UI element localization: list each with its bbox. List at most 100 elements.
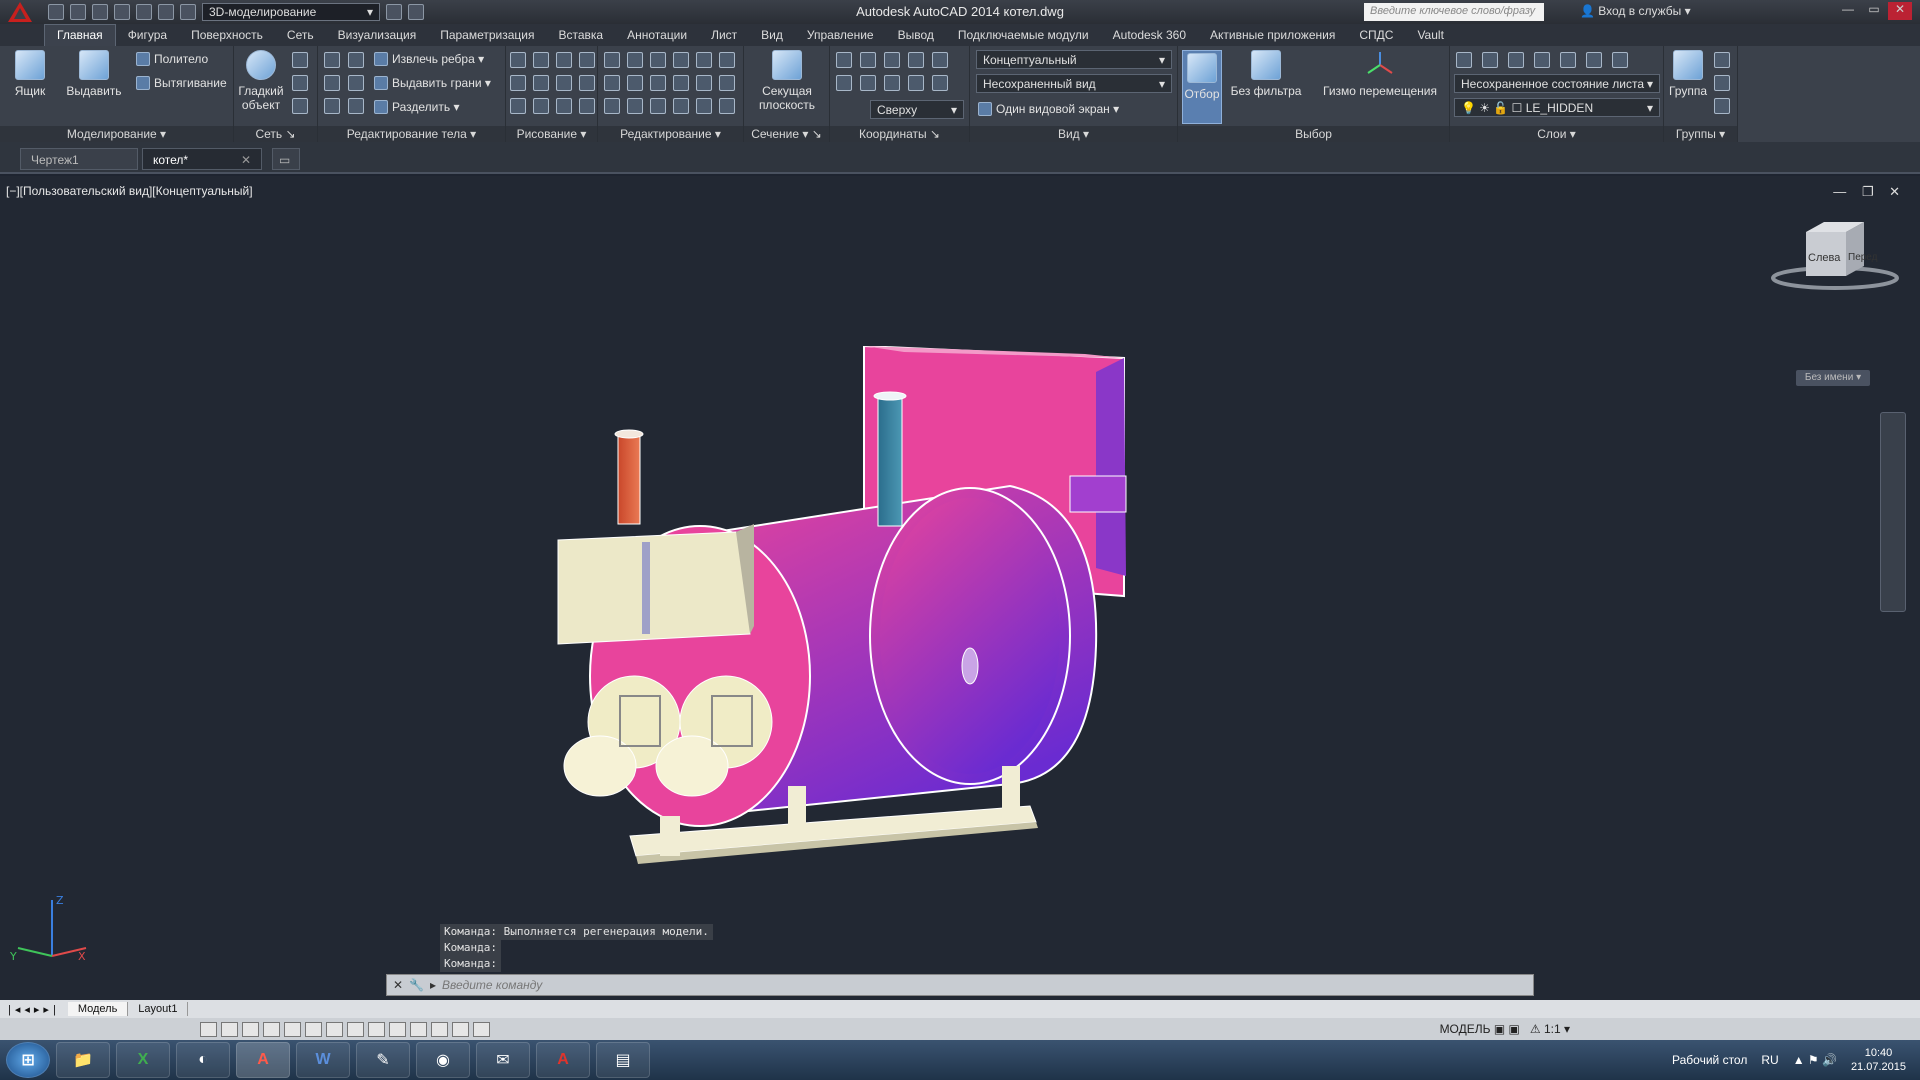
explorer-icon[interactable]: 📁 [56, 1042, 110, 1078]
point-icon[interactable] [579, 98, 595, 114]
culling-button[interactable]: Отбор [1182, 50, 1222, 124]
wrench-icon[interactable]: 🔧 [409, 978, 424, 992]
copy-icon[interactable] [650, 52, 666, 68]
rotate-icon[interactable] [627, 52, 643, 68]
panel-title-modeling[interactable]: Моделирование ▾ [0, 126, 233, 142]
explode-icon[interactable] [719, 75, 735, 91]
ribbon-tab[interactable]: Подключаемые модули [946, 25, 1101, 46]
paint-icon[interactable]: ✎ [356, 1042, 410, 1078]
subtract-icon[interactable] [324, 75, 340, 91]
group-edit-icon[interactable] [1714, 75, 1730, 91]
visual-style-select[interactable]: Концептуальный ▾ [976, 50, 1172, 69]
ribbon-tab[interactable]: СПДС [1347, 25, 1405, 46]
panel-title-draw[interactable]: Рисование ▾ [506, 126, 597, 142]
extrude-faces-button[interactable]: Выдавить грани ▾ [374, 76, 491, 90]
boundary-icon[interactable] [533, 98, 549, 114]
model-space-label[interactable]: МОДЕЛЬ ▣ ▣ ⚠ 1:1 ▾ [1440, 1022, 1570, 1036]
layer-lock-icon[interactable] [1612, 52, 1628, 68]
undo-icon[interactable] [158, 4, 174, 20]
ucs-y-icon[interactable] [908, 52, 924, 68]
open-icon[interactable] [70, 4, 86, 20]
lwt-icon[interactable] [389, 1021, 406, 1037]
ucs-name-dropdown[interactable]: Без имени ▾ [1796, 370, 1870, 386]
ucs-z-icon[interactable] [932, 52, 948, 68]
autocad-logo-icon[interactable] [0, 0, 40, 24]
qp-icon[interactable] [431, 1021, 448, 1037]
layer-match-icon[interactable] [1482, 52, 1498, 68]
rectangle-icon[interactable] [533, 75, 549, 91]
group-button[interactable]: Группа [1668, 50, 1708, 98]
layer-off-icon[interactable] [1560, 52, 1576, 68]
ribbon-tab[interactable]: Фигура [116, 25, 179, 46]
redo-icon[interactable] [180, 4, 196, 20]
break-icon[interactable] [673, 98, 689, 114]
named-view-select[interactable]: Несохраненный вид ▾ [976, 74, 1172, 93]
erase-icon[interactable] [604, 98, 620, 114]
no-filter-button[interactable]: Без фильтра [1228, 50, 1304, 98]
maximize-icon[interactable]: ▭ [1862, 2, 1886, 20]
dyn-icon[interactable] [368, 1021, 385, 1037]
layout-tab-model[interactable]: Модель [67, 1002, 129, 1016]
excel-icon[interactable]: X [116, 1042, 170, 1078]
ribbon-tab[interactable]: Вывод [886, 25, 946, 46]
chrome-icon[interactable]: ◉ [416, 1042, 470, 1078]
osnap-icon[interactable] [284, 1021, 301, 1037]
layout-nav-icons[interactable]: |◂◂▸▸| [0, 1003, 68, 1016]
mesh-tool-icon[interactable] [292, 52, 308, 68]
viewport-label[interactable]: [−][Пользовательский вид][Концептуальный… [6, 184, 253, 198]
ellipse-icon[interactable] [579, 75, 595, 91]
mirror-icon[interactable] [673, 52, 689, 68]
stretch-icon[interactable] [673, 75, 689, 91]
mesh-tool-icon[interactable] [292, 98, 308, 114]
ucs-view-icon[interactable] [860, 75, 876, 91]
ucs-object-icon[interactable] [884, 75, 900, 91]
panel-title-section[interactable]: Сечение ▾ ↘ [744, 126, 829, 142]
ucs-3point-icon[interactable] [932, 75, 948, 91]
ducs-icon[interactable] [347, 1021, 364, 1037]
ribbon-tab[interactable]: Параметризация [428, 25, 546, 46]
new-icon[interactable] [48, 4, 64, 20]
close-tab-icon[interactable]: ✕ [241, 153, 251, 167]
viewport-config-button[interactable]: Один видовой экран ▾ [978, 102, 1119, 116]
command-line[interactable]: ✕ 🔧 ▸ Введите команду [386, 974, 1534, 996]
autocad-taskbar-icon[interactable]: A [236, 1042, 290, 1078]
slice-icon[interactable] [348, 75, 364, 91]
grid-icon[interactable] [221, 1021, 238, 1037]
navigation-bar[interactable] [1880, 412, 1906, 612]
doc-tab-drawing1[interactable]: Чертеж1 [20, 148, 138, 170]
region-icon[interactable] [556, 98, 572, 114]
layer-unisolate-icon[interactable] [1534, 52, 1550, 68]
panel-title-groups[interactable]: Группы ▾ [1664, 126, 1737, 142]
ribbon-tab[interactable]: Аннотации [615, 25, 699, 46]
circle-icon[interactable] [510, 75, 526, 91]
panel-title-modify[interactable]: Редактирование ▾ [598, 126, 743, 142]
array-icon[interactable] [650, 75, 666, 91]
clock[interactable]: 10:40 21.07.2015 [1851, 1046, 1906, 1074]
move-icon[interactable] [604, 52, 620, 68]
view-preset-select[interactable]: Сверху ▾ [870, 100, 964, 119]
print-icon[interactable] [136, 4, 152, 20]
join-icon[interactable] [650, 98, 666, 114]
line-icon[interactable] [510, 52, 526, 68]
interfere-icon[interactable] [348, 52, 364, 68]
mesh-tool-icon[interactable] [292, 75, 308, 91]
layer-select[interactable]: 💡 ☀ 🔓 ☐ LE_HIDDEN ▾ [1454, 98, 1660, 117]
chamfer-icon[interactable] [696, 75, 712, 91]
layer-freeze-icon[interactable] [1586, 52, 1602, 68]
box-button[interactable]: Ящик [8, 50, 52, 98]
layer-iso-icon[interactable] [1508, 52, 1524, 68]
viewcube[interactable]: Слева Перед [1770, 206, 1900, 296]
viewport-controls[interactable]: — ❐ ✕ [1833, 184, 1906, 200]
ribbon-tab[interactable]: Autodesk 360 [1101, 25, 1198, 46]
layer-properties-icon[interactable] [1456, 52, 1472, 68]
spline-icon[interactable] [579, 52, 595, 68]
winrar-icon[interactable]: ▤ [596, 1042, 650, 1078]
smooth-object-button[interactable]: Гладкий объект [236, 50, 286, 112]
panel-title-view[interactable]: Вид ▾ [970, 126, 1177, 142]
doc-tab-kotel[interactable]: котел* ✕ [142, 148, 262, 170]
ribbon-tab[interactable]: Вставка [547, 25, 616, 46]
3d-osnap-icon[interactable] [305, 1021, 322, 1037]
polyline-icon[interactable] [533, 52, 549, 68]
ribbon-tab[interactable]: Активные приложения [1198, 25, 1347, 46]
annotation-scale[interactable]: 1:1 [1544, 1022, 1561, 1036]
